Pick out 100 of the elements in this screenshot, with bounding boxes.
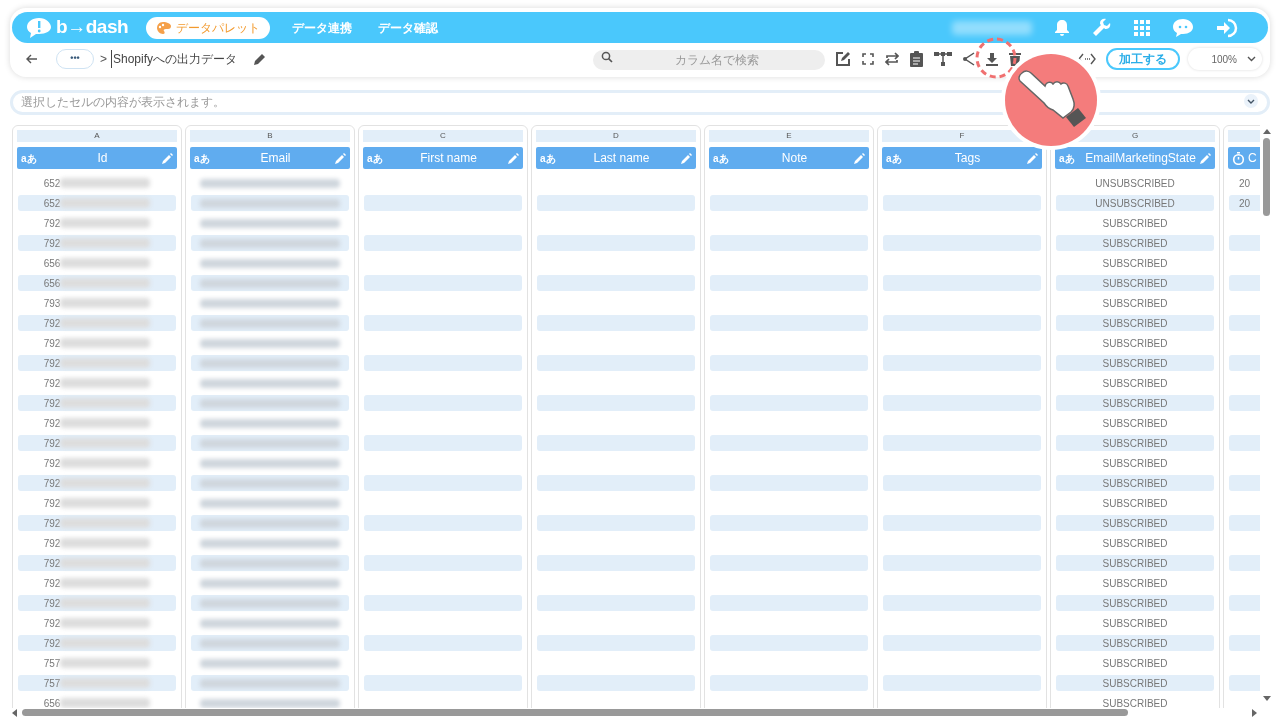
- table-cell[interactable]: 757: [18, 655, 176, 671]
- table-cell[interactable]: [883, 435, 1041, 451]
- search-field[interactable]: カラム名で検索: [593, 50, 825, 70]
- table-cell[interactable]: [191, 315, 349, 331]
- table-cell[interactable]: [537, 355, 695, 371]
- table-cell[interactable]: [883, 515, 1041, 531]
- pencil-icon[interactable]: [253, 52, 267, 66]
- table-cell[interactable]: [537, 315, 695, 331]
- table-cell[interactable]: [191, 395, 349, 411]
- table-cell[interactable]: 656: [18, 255, 176, 271]
- table-cell[interactable]: [537, 435, 695, 451]
- table-cell[interactable]: [364, 475, 522, 491]
- table-cell[interactable]: [364, 515, 522, 531]
- table-cell[interactable]: SUBSCRIBED: [1056, 455, 1214, 471]
- table-cell[interactable]: [364, 355, 522, 371]
- clipboard-icon[interactable]: [910, 51, 923, 67]
- table-cell[interactable]: [364, 395, 522, 411]
- table-cell[interactable]: SUBSCRIBED: [1056, 495, 1214, 511]
- column-header[interactable]: aあ First name: [363, 147, 523, 169]
- table-cell[interactable]: 656: [18, 275, 176, 291]
- table-cell[interactable]: [364, 275, 522, 291]
- table-cell[interactable]: [710, 315, 868, 331]
- column-header[interactable]: aあ EmailMarketingState: [1055, 147, 1215, 169]
- table-cell[interactable]: [537, 475, 695, 491]
- table-cell[interactable]: [191, 555, 349, 571]
- table-cell[interactable]: SUBSCRIBED: [1056, 575, 1214, 591]
- scroll-down-icon[interactable]: [1263, 696, 1271, 702]
- logout-icon[interactable]: [1216, 17, 1238, 38]
- table-cell[interactable]: [883, 355, 1041, 371]
- table-cell[interactable]: [191, 355, 349, 371]
- table-cell[interactable]: SUBSCRIBED: [1056, 415, 1214, 431]
- expand-icon[interactable]: [862, 53, 874, 65]
- process-button[interactable]: 加工する: [1106, 48, 1180, 70]
- table-cell[interactable]: 792: [18, 555, 176, 571]
- table-cell[interactable]: SUBSCRIBED: [1056, 475, 1214, 491]
- table-cell[interactable]: [537, 515, 695, 531]
- table-cell[interactable]: [883, 635, 1041, 651]
- table-cell[interactable]: [364, 675, 522, 691]
- table-cell[interactable]: 20: [1229, 195, 1260, 211]
- table-cell[interactable]: 793: [18, 295, 176, 311]
- table-cell[interactable]: [710, 515, 868, 531]
- table-cell[interactable]: [710, 675, 868, 691]
- grid-icon[interactable]: [1134, 19, 1150, 36]
- table-cell[interactable]: [537, 275, 695, 291]
- chat-face-icon[interactable]: [1172, 17, 1194, 38]
- table-cell[interactable]: [537, 235, 695, 251]
- table-cell[interactable]: 792: [18, 375, 176, 391]
- table-cell[interactable]: [537, 635, 695, 651]
- table-cell[interactable]: 792: [18, 515, 176, 531]
- table-cell[interactable]: [191, 235, 349, 251]
- table-cell[interactable]: 656: [18, 695, 176, 708]
- scroll-right-icon[interactable]: [1252, 709, 1258, 717]
- table-cell[interactable]: [883, 595, 1041, 611]
- scroll-left-icon[interactable]: [11, 709, 17, 717]
- table-cell[interactable]: [883, 315, 1041, 331]
- table-cell[interactable]: 792: [18, 495, 176, 511]
- table-cell[interactable]: [537, 675, 695, 691]
- table-cell[interactable]: [191, 595, 349, 611]
- table-cell[interactable]: [883, 195, 1041, 211]
- table-cell[interactable]: [883, 275, 1041, 291]
- table-cell[interactable]: [364, 635, 522, 651]
- table-cell[interactable]: SUBSCRIBED: [1056, 295, 1214, 311]
- table-cell[interactable]: 20: [1229, 175, 1260, 191]
- table-cell[interactable]: SUBSCRIBED: [1056, 315, 1214, 331]
- table-cell[interactable]: [883, 675, 1041, 691]
- nav-tab[interactable]: データパレット: [146, 16, 271, 39]
- table-cell[interactable]: [364, 195, 522, 211]
- cell-content-field[interactable]: 選択したセルの内容が表示されます。: [10, 89, 1270, 115]
- table-cell[interactable]: 792: [18, 475, 176, 491]
- table-cell[interactable]: 792: [18, 615, 176, 631]
- table-cell[interactable]: 792: [18, 215, 176, 231]
- chevron-down-icon[interactable]: [1244, 94, 1258, 108]
- column-header[interactable]: aあ Last name: [536, 147, 696, 169]
- table-cell[interactable]: [883, 395, 1041, 411]
- table-cell[interactable]: SUBSCRIBED: [1056, 515, 1214, 531]
- table-cell[interactable]: SUBSCRIBED: [1056, 435, 1214, 451]
- wrench-icon[interactable]: [1092, 17, 1112, 38]
- table-cell[interactable]: 792: [18, 335, 176, 351]
- table-cell[interactable]: [364, 595, 522, 611]
- table-cell[interactable]: [364, 435, 522, 451]
- table-cell[interactable]: 757: [18, 675, 176, 691]
- table-cell[interactable]: 792: [18, 315, 176, 331]
- table-cell[interactable]: [537, 595, 695, 611]
- table-cell[interactable]: 792: [18, 595, 176, 611]
- column-header[interactable]: aあ Email: [190, 147, 350, 169]
- table-cell[interactable]: SUBSCRIBED: [1056, 675, 1214, 691]
- swap-icon[interactable]: [885, 52, 899, 66]
- table-cell[interactable]: [710, 195, 868, 211]
- scroll-thumb[interactable]: [1263, 138, 1270, 216]
- table-cell[interactable]: [710, 275, 868, 291]
- table-cell[interactable]: SUBSCRIBED: [1056, 635, 1214, 651]
- table-cell[interactable]: SUBSCRIBED: [1056, 355, 1214, 371]
- table-cell[interactable]: [537, 195, 695, 211]
- table-cell[interactable]: [710, 635, 868, 651]
- table-cell[interactable]: 652: [18, 175, 176, 191]
- table-cell[interactable]: [710, 235, 868, 251]
- column-header[interactable]: aあ Note: [709, 147, 869, 169]
- table-cell[interactable]: [191, 435, 349, 451]
- scroll-up-icon[interactable]: [1263, 128, 1271, 134]
- table-cell[interactable]: UNSUBSCRIBED: [1056, 195, 1214, 211]
